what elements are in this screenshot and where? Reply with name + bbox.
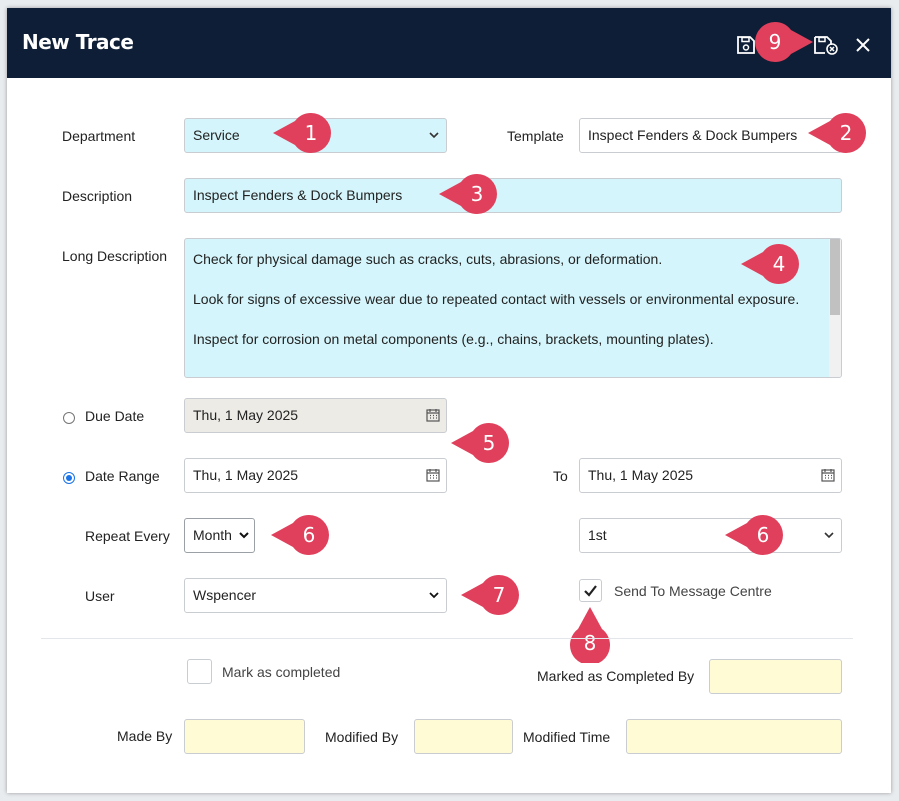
long-description-text: Check for physical damage such as cracks… [193,249,823,369]
annotation-marker-6b: 6 [721,515,785,555]
repeat-day-select[interactable]: 1st [579,518,842,553]
marker-number: 6 [756,523,770,547]
annotation-marker-2: 2 [804,113,868,153]
calendar-icon[interactable] [426,408,440,422]
annotation-marker-8: 8 [570,607,610,665]
user-value: Wspencer [193,587,257,603]
description-value: Inspect Fenders & Dock Bumpers [193,187,403,203]
date-range-from-value: Thu, 1 May 2025 [193,467,299,483]
marker-number: 3 [470,182,484,206]
template-label: Template [507,128,564,144]
template-value: Inspect Fenders & Dock Bumpers [588,127,798,143]
date-range-to-input[interactable]: Thu, 1 May 2025 [579,458,842,493]
chevron-down-icon [239,532,249,539]
date-range-label: Date Range [85,468,160,484]
marked-completed-by-label: Marked as Completed By [537,668,695,684]
repeat-day-value: 1st [588,527,607,543]
chevron-down-icon [429,132,439,139]
marker-number: 8 [583,631,597,655]
repeat-every-select[interactable]: Month [184,518,255,553]
description-input[interactable]: Inspect Fenders & Dock Bumpers [184,178,842,213]
annotation-marker-3: 3 [435,174,499,214]
repeat-every-value: Month [193,527,232,543]
long-description-paragraph: Inspect for corrosion on metal component… [193,331,714,347]
annotation-marker-4: 4 [737,244,801,284]
scrollbar-thumb[interactable] [830,239,840,315]
marker-number: 4 [772,252,786,276]
date-range-radio[interactable] [63,472,75,484]
close-icon[interactable] [852,34,874,56]
annotation-marker-1: 1 [269,113,333,153]
made-by-field [184,719,305,754]
annotation-marker-5: 5 [447,423,511,463]
modified-by-field [414,719,513,754]
marker-number: 2 [839,121,853,145]
marker-number: 6 [302,523,316,547]
modified-by-label: Modified By [325,729,399,745]
annotation-marker-7: 7 [457,575,521,615]
department-label: Department [62,128,136,144]
dialog-header: New Trace 9 [7,8,891,78]
calendar-icon[interactable] [426,468,440,482]
divider [41,638,853,639]
send-to-message-centre-label: Send To Message Centre [614,583,772,599]
repeat-every-label: Repeat Every [85,528,170,544]
user-select[interactable]: Wspencer [184,578,447,613]
due-date-radio[interactable] [63,412,75,424]
marker-number: 9 [768,30,782,54]
annotation-marker-6a: 6 [267,515,331,555]
mark-as-completed-label: Mark as completed [222,664,341,680]
marker-number: 5 [482,431,496,455]
department-value: Service [193,127,240,143]
template-field[interactable]: Inspect Fenders & Dock Bumpers [579,118,842,153]
to-label: To [553,468,568,484]
due-date-input[interactable]: Thu, 1 May 2025 [184,398,447,433]
calendar-icon[interactable] [821,468,835,482]
description-label: Description [62,188,133,204]
long-description-paragraph: Check for physical damage such as cracks… [193,251,663,267]
marked-completed-by-field [709,659,842,694]
marker-number: 7 [492,583,506,607]
modified-time-field [626,719,842,754]
due-date-label: Due Date [85,408,145,424]
dialog-title: New Trace [22,30,134,54]
long-description-paragraph: Look for signs of excessive wear due to … [193,291,800,307]
mark-as-completed-checkbox[interactable] [187,659,212,684]
new-trace-dialog: New Trace 9 Department Service 1 Templat… [7,8,891,793]
date-range-from-input[interactable]: Thu, 1 May 2025 [184,458,447,493]
date-range-to-value: Thu, 1 May 2025 [588,467,694,483]
send-to-message-centre-checkbox[interactable] [579,579,602,602]
modified-time-label: Modified Time [523,729,611,745]
annotation-marker-9: 9 [755,22,815,62]
checkmark-icon [584,585,597,597]
save-close-icon[interactable] [813,34,839,56]
chevron-down-icon [824,532,834,539]
long-description-scrollbar[interactable] [829,239,841,377]
save-icon[interactable] [735,34,757,56]
due-date-value: Thu, 1 May 2025 [193,407,299,423]
marker-number: 1 [304,121,318,145]
chevron-down-icon [429,592,439,599]
made-by-label: Made By [117,728,173,744]
long-description-label: Long Description [62,248,168,264]
user-label: User [85,588,115,604]
